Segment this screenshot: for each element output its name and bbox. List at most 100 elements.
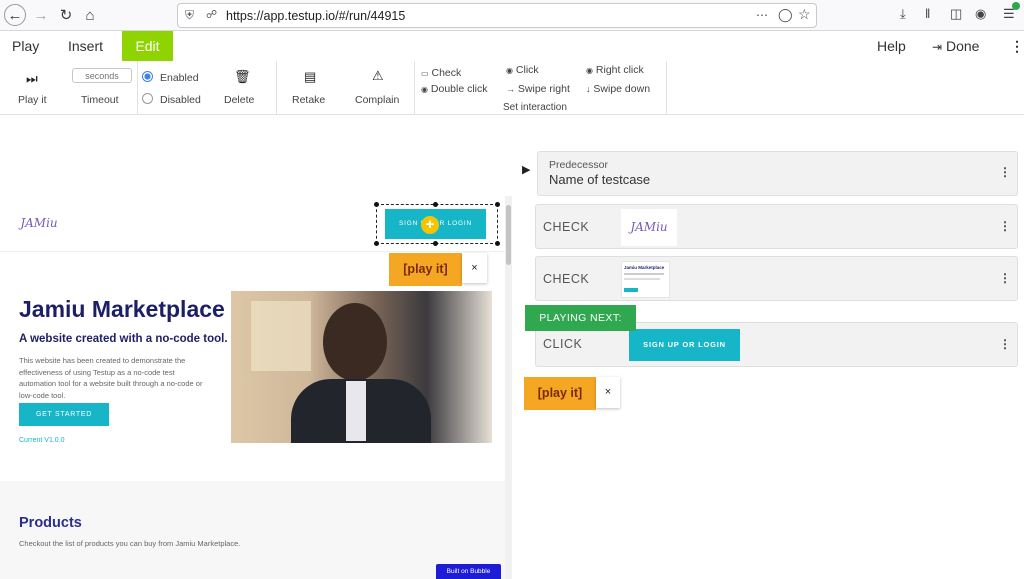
menu-insert[interactable]: Insert: [58, 31, 113, 61]
predecessor-card[interactable]: Predecessor Name of testcase ⋮: [537, 151, 1018, 196]
mouse-icon: ◉: [421, 85, 428, 94]
sidebar-icon[interactable]: ◫: [950, 6, 962, 22]
url-text[interactable]: https://app.testup.io/#/run/44915: [226, 9, 405, 23]
home-icon[interactable]: ⌂: [79, 4, 101, 26]
hero-description: This website has been created to demonst…: [19, 356, 203, 400]
thumbnail-line: [624, 273, 664, 275]
kebab-menu-icon[interactable]: ⋮: [999, 337, 1011, 351]
built-on-bubble-badge[interactable]: Built on Bubble: [436, 564, 501, 579]
hero-title: Jamiu Marketplace: [19, 296, 225, 322]
step-check-page[interactable]: CHECK Jamiu Marketplace ⋮: [535, 256, 1018, 301]
timeout-label: Timeout: [81, 94, 119, 106]
thumbnail-title: Jamiu Marketplace: [624, 265, 665, 270]
done-button[interactable]: ⇥ Done: [922, 31, 989, 61]
arrow-down-icon: ↓: [586, 84, 591, 94]
click-target-icon: +: [421, 216, 439, 234]
step-check-logo[interactable]: CHECK JAMiu ⋮: [535, 204, 1018, 249]
expand-triangle-icon[interactable]: ▶: [522, 163, 530, 176]
retake-label[interactable]: Retake: [292, 94, 325, 106]
selection-handle[interactable]: [374, 241, 379, 246]
reload-icon[interactable]: ↻: [55, 4, 77, 26]
hero-subtitle: A website created with a no-code tool.: [19, 333, 228, 345]
set-interaction-label: Set interaction: [503, 102, 567, 113]
kebab-menu-icon[interactable]: ⋮: [999, 165, 1011, 179]
disabled-radio[interactable]: [142, 93, 153, 104]
selection-handle[interactable]: [433, 202, 438, 207]
lock-icon[interactable]: ☍: [206, 8, 217, 21]
menu-edit[interactable]: Edit: [122, 31, 173, 61]
app-menu-bar: Play Insert Edit Help ⇥ Done ⋮: [0, 31, 1024, 61]
right-click-interaction[interactable]: ◉ Right click: [586, 64, 644, 76]
library-icon[interactable]: ‖: [925, 6, 930, 21]
products-title: Products: [19, 515, 82, 531]
thumbnail-line: [624, 278, 660, 280]
person-shirt: [346, 381, 366, 441]
image-icon[interactable]: ▤: [304, 69, 316, 85]
mouse-icon: ◉: [506, 66, 513, 75]
check-interaction-label: Check: [431, 67, 462, 79]
hero-photo: [231, 291, 492, 443]
shield-icon[interactable]: ⛨: [185, 8, 194, 23]
swipe-down-interaction[interactable]: ↓ Swipe down: [586, 83, 650, 95]
download-icon[interactable]: ⤓: [900, 6, 906, 22]
swipe-right-label: Swipe right: [517, 83, 570, 95]
kebab-menu-icon[interactable]: ⋮: [999, 271, 1011, 285]
play-forward-icon[interactable]: ⏭: [26, 71, 38, 87]
browser-toolbar: ← → ↻ ⌂ ⛨ ☍ https://app.testup.io/#/run/…: [0, 0, 1024, 31]
window-light-decoration: [251, 301, 311, 371]
products-section: Products Checkout the list of products y…: [0, 481, 505, 579]
get-started-button[interactable]: GET STARTED: [19, 403, 109, 426]
site-logo[interactable]: JAMiu: [20, 210, 58, 236]
arrow-right-icon: →: [506, 84, 515, 94]
trash-icon[interactable]: 🗑: [234, 69, 251, 85]
menu-help[interactable]: Help: [867, 31, 916, 61]
back-icon[interactable]: ←: [4, 4, 26, 26]
step-thumbnail: SIGN UP OR LOGIN: [629, 329, 740, 361]
step-action-label: CHECK: [543, 272, 590, 286]
warning-icon[interactable]: ⚠: [372, 68, 384, 84]
play-it-label[interactable]: Play it: [18, 94, 47, 106]
exit-icon: ⇥: [932, 40, 943, 54]
kebab-menu-icon[interactable]: ⋮: [1000, 31, 1024, 61]
address-bar[interactable]: ⛨ ☍ https://app.testup.io/#/run/44915 ⋯ …: [177, 3, 817, 28]
close-icon[interactable]: ×: [596, 377, 620, 408]
selection-handle[interactable]: [495, 202, 500, 207]
products-description: Checkout the list of products you can bu…: [19, 539, 241, 548]
forward-icon[interactable]: →: [30, 4, 52, 26]
version-label: Current V1.0.0: [19, 437, 65, 444]
account-icon[interactable]: ◉: [975, 6, 986, 22]
click-interaction[interactable]: ◉ Click: [506, 64, 539, 76]
menu-play[interactable]: Play: [2, 31, 49, 61]
star-icon[interactable]: ☆: [798, 6, 811, 23]
kebab-menu-icon[interactable]: ⋮: [999, 219, 1011, 233]
double-click-label: Double click: [430, 83, 488, 95]
enabled-radio[interactable]: [142, 71, 153, 82]
check-interaction[interactable]: ▭ Check: [421, 67, 461, 79]
enabled-label[interactable]: Enabled: [160, 72, 199, 84]
complain-label[interactable]: Complain: [355, 94, 399, 106]
done-label: Done: [945, 38, 980, 54]
step-thumbnail: JAMiu: [621, 209, 677, 246]
selection-handle[interactable]: [495, 241, 500, 246]
more-icon[interactable]: ⋯: [756, 8, 768, 22]
double-click-interaction[interactable]: ◉ Double click: [421, 83, 488, 95]
play-it-tag[interactable]: [play it]: [524, 377, 596, 410]
close-icon[interactable]: ×: [462, 253, 487, 283]
pocket-icon[interactable]: ◯: [778, 7, 793, 23]
selection-handle[interactable]: [433, 241, 438, 246]
timeout-seconds-input[interactable]: [72, 68, 132, 83]
click-interaction-label: Click: [515, 64, 539, 76]
predecessor-value: Name of testcase: [549, 172, 651, 187]
selection-handle[interactable]: [374, 202, 379, 207]
swipe-right-interaction[interactable]: → Swipe right: [506, 83, 570, 95]
editor-toolbar: ⏭ Play it Timeout Enabled Disabled 🗑 Del…: [0, 61, 1024, 115]
preview-scroll-thumb[interactable]: [506, 205, 511, 265]
playing-next-badge: PLAYING NEXT:: [525, 305, 636, 331]
right-click-label: Right click: [595, 64, 644, 76]
disabled-label[interactable]: Disabled: [160, 94, 201, 106]
check-rect-icon: ▭: [421, 69, 429, 78]
mouse-icon: ◉: [586, 66, 593, 75]
play-it-tag[interactable]: [play it]: [389, 253, 462, 286]
delete-label[interactable]: Delete: [224, 94, 254, 106]
toolbar-divider: [276, 61, 277, 115]
